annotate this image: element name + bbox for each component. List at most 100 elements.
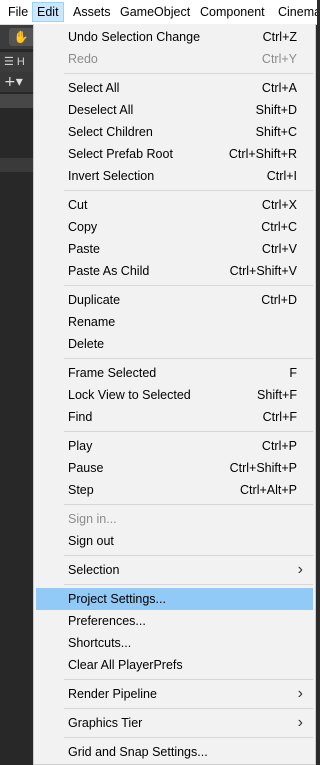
menu-item-shortcut: Ctrl+P: [261, 439, 297, 453]
chevron-right-icon: ›: [297, 561, 303, 578]
menu-item-label: Deselect All: [68, 103, 134, 117]
menu-item-label: Project Settings...: [68, 592, 166, 606]
menu-cinemachine[interactable]: Cinema: [274, 2, 317, 22]
menu-item-paste[interactable]: Paste Ctrl+V: [36, 238, 313, 260]
menu-item-copy[interactable]: Copy Ctrl+C: [36, 216, 313, 238]
menu-item-deselect-all[interactable]: Deselect All Shift+D: [36, 99, 313, 121]
menu-item-rename[interactable]: Rename: [36, 311, 313, 333]
menu-item-redo: Redo Ctrl+Y: [36, 48, 313, 70]
menu-item-paste-as-child[interactable]: Paste As Child Ctrl+Shift+V: [36, 260, 313, 282]
menu-item-label: Select All: [68, 81, 120, 95]
menu-item-shortcut: Ctrl+Z: [262, 30, 297, 44]
menu-item-pause[interactable]: Pause Ctrl+Shift+P: [36, 457, 313, 479]
menu-item-shortcut: Ctrl+Shift+P: [229, 461, 297, 475]
menu-item-delete[interactable]: Delete: [36, 333, 313, 355]
menu-edit[interactable]: Edit: [32, 2, 64, 22]
menu-item-grid-and-snap-settings[interactable]: Grid and Snap Settings...: [36, 741, 313, 763]
menu-item-label: Frame Selected: [68, 366, 157, 380]
menu-item-shortcut: Ctrl+Alt+P: [240, 483, 297, 497]
menu-item-shortcut: Ctrl+Shift+V: [229, 264, 297, 278]
menu-item-label: Grid and Snap Settings...: [68, 745, 208, 759]
menu-item-label: Select Prefab Root: [68, 147, 173, 161]
menu-item-shortcut: Ctrl+Y: [261, 52, 297, 66]
menu-item-invert-selection[interactable]: Invert Selection Ctrl+I: [36, 165, 313, 187]
menu-item-shortcut: F: [289, 366, 297, 380]
menu-item-sign-out[interactable]: Sign out: [36, 530, 313, 552]
menu-separator: [34, 734, 315, 741]
menu-item-shortcut: Shift+D: [255, 103, 297, 117]
menu-item-preferences[interactable]: Preferences...: [36, 610, 313, 632]
menu-item-label: Undo Selection Change: [68, 30, 201, 44]
menu-item-selection[interactable]: Selection ›: [36, 559, 313, 581]
menu-item-select-prefab-root[interactable]: Select Prefab Root Ctrl+Shift+R: [36, 143, 313, 165]
menu-item-shortcut: Shift+F: [257, 388, 297, 402]
main-menubar: File Edit Assets GameObject Component Ci…: [0, 0, 317, 25]
menu-component[interactable]: Component: [196, 2, 269, 22]
menu-item-label: Paste As Child: [68, 264, 150, 278]
menu-item-find[interactable]: Find Ctrl+F: [36, 406, 313, 428]
menu-item-label: Paste: [68, 242, 100, 256]
menu-item-undo-selection-change[interactable]: Undo Selection Change Ctrl+Z: [36, 26, 313, 48]
menu-separator: [34, 581, 315, 588]
menu-separator: [34, 355, 315, 362]
edit-dropdown-menu: Undo Selection Change Ctrl+Z Redo Ctrl+Y Sel…: [33, 24, 316, 765]
menu-item-play[interactable]: Play Ctrl+P: [36, 435, 313, 457]
menu-separator: [34, 282, 315, 289]
menu-item-label: Shortcuts...: [68, 636, 132, 650]
menu-item-cut[interactable]: Cut Ctrl+X: [36, 194, 313, 216]
menu-item-lock-view-to-selected[interactable]: Lock View to Selected Shift+F: [36, 384, 313, 406]
menu-item-label: Cut: [68, 198, 88, 212]
menu-item-label: Sign out: [68, 534, 114, 548]
menu-separator: [34, 676, 315, 683]
unity-editor-window: File Edit Assets GameObject Component Ci…: [0, 0, 317, 765]
menu-item-shortcuts[interactable]: Shortcuts...: [36, 632, 313, 654]
menu-item-label: Redo: [68, 52, 98, 66]
menu-item-label: Rename: [68, 315, 116, 329]
menu-item-label: Preferences...: [68, 614, 146, 628]
menu-item-shortcut: Ctrl+Shift+R: [228, 147, 297, 161]
menu-item-shortcut: Ctrl+F: [262, 410, 297, 424]
chevron-right-icon: ›: [297, 714, 303, 731]
menu-item-label: Select Children: [68, 125, 153, 139]
menu-item-frame-selected[interactable]: Frame Selected F: [36, 362, 313, 384]
hierarchy-row[interactable]: [0, 158, 33, 172]
menu-item-select-children[interactable]: Select Children Shift+C: [36, 121, 313, 143]
menu-item-shortcut: Ctrl+X: [261, 198, 297, 212]
menu-item-label: Graphics Tier: [68, 716, 143, 730]
hand-tool-button[interactable]: ✋: [9, 28, 33, 46]
menu-item-label: Step: [68, 483, 94, 497]
menu-item-label: Selection: [68, 563, 120, 577]
menu-gameobject[interactable]: GameObject: [116, 2, 194, 22]
menu-item-label: Copy: [68, 220, 98, 234]
menu-item-duplicate[interactable]: Duplicate Ctrl+D: [36, 289, 313, 311]
menu-item-render-pipeline[interactable]: Render Pipeline ›: [36, 683, 313, 705]
menu-separator: [34, 552, 315, 559]
editor-background: [0, 25, 33, 765]
menu-item-label: Duplicate: [68, 293, 121, 307]
menu-item-label: Invert Selection: [68, 169, 155, 183]
menu-item-shortcut: Ctrl+I: [266, 169, 297, 183]
menu-separator: [34, 428, 315, 435]
hand-icon: ✋: [13, 30, 29, 44]
menu-separator: [34, 501, 315, 508]
menu-item-shortcut: Ctrl+V: [261, 242, 297, 256]
menu-item-label: Pause: [68, 461, 104, 475]
menu-item-shortcut: Ctrl+D: [261, 293, 297, 307]
hierarchy-tab[interactable]: ☰ H: [0, 52, 33, 72]
hierarchy-add-button[interactable]: +▾: [0, 72, 33, 92]
menu-file[interactable]: File: [4, 2, 32, 22]
menu-item-label: Lock View to Selected: [68, 388, 191, 402]
menu-item-step[interactable]: Step Ctrl+Alt+P: [36, 479, 313, 501]
hierarchy-row[interactable]: [0, 94, 33, 108]
menu-item-graphics-tier[interactable]: Graphics Tier ›: [36, 712, 313, 734]
menu-item-label: Find: [68, 410, 93, 424]
menu-item-clear-all-playerprefs[interactable]: Clear All PlayerPrefs: [36, 654, 313, 676]
menu-separator: [34, 187, 315, 194]
menu-separator: [34, 70, 315, 77]
menu-item-select-all[interactable]: Select All Ctrl+A: [36, 77, 313, 99]
menu-item-label: Clear All PlayerPrefs: [68, 658, 183, 672]
menu-item-label: Render Pipeline: [68, 687, 157, 701]
menu-assets[interactable]: Assets: [69, 2, 115, 22]
menu-item-sign-in: Sign in...: [36, 508, 313, 530]
menu-item-project-settings[interactable]: Project Settings...: [36, 588, 313, 610]
